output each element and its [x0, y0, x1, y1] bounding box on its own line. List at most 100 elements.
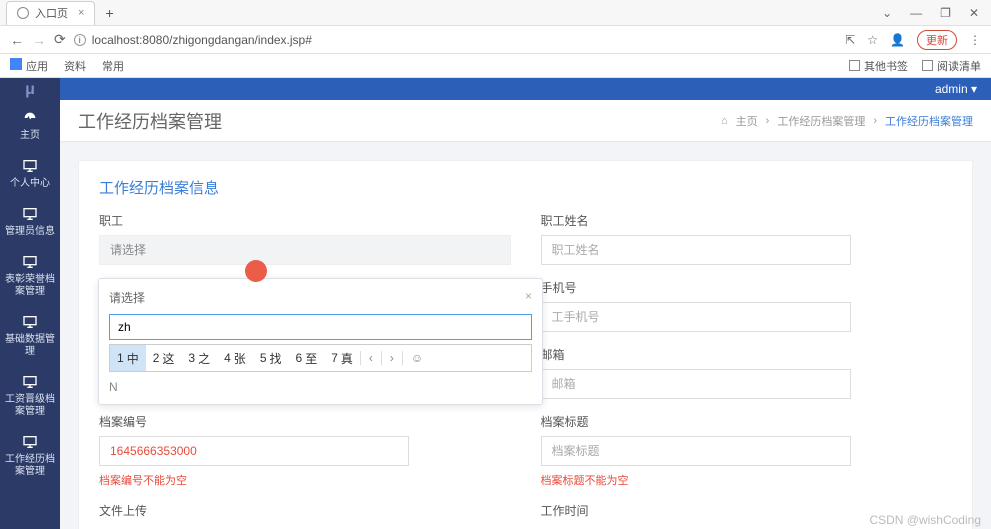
main-area: admin ▾ 工作经历档案管理 ⌂ 主页 › 工作经历档案管理 › 工作经历档… — [60, 78, 991, 529]
monitor-icon — [20, 434, 40, 450]
field-name: 职工姓名 — [541, 212, 953, 265]
field-phone: 手机号 — [541, 279, 953, 332]
page-header: 工作经历档案管理 ⌂ 主页 › 工作经历档案管理 › 工作经历档案管理 — [60, 100, 991, 141]
url-field[interactable]: i localhost:8080/zhigongdangan/index.jsp… — [74, 33, 312, 47]
sidebar-item-salary[interactable]: 工资晋级档案管理 — [0, 366, 60, 426]
ime-candidate-3[interactable]: 3之 — [181, 345, 217, 371]
label-employee: 职工 — [99, 212, 511, 229]
new-tab-button[interactable]: + — [105, 5, 113, 21]
topbar: admin ▾ — [60, 78, 991, 100]
ime-candidate-7[interactable]: 7真 — [324, 345, 360, 371]
ime-emoji-icon[interactable]: ☺ — [402, 351, 431, 365]
nav-reload-icon[interactable]: ⟳ — [54, 31, 66, 48]
panel-title: 工作经历档案信息 — [99, 177, 952, 198]
monitor-icon — [20, 254, 40, 270]
dropdown-title: 请选择 — [109, 289, 145, 306]
label-filetitle: 档案标题 — [541, 413, 953, 430]
bookmark-materials[interactable]: 资料 — [64, 58, 86, 74]
window-restore-icon[interactable]: ❐ — [940, 6, 951, 20]
sidebar-item-basedata[interactable]: 基础数据管理 — [0, 306, 60, 366]
browser-address-bar: ← → ⟳ i localhost:8080/zhigongdangan/ind… — [0, 26, 991, 54]
dropdown-search-input[interactable] — [109, 314, 532, 340]
label-upload: 文件上传 — [99, 502, 511, 519]
error-filetitle: 档案标题不能为空 — [541, 472, 953, 488]
profile-icon[interactable]: 👤 — [890, 33, 905, 47]
tab-close-icon[interactable]: × — [78, 7, 84, 19]
monitor-icon — [20, 158, 40, 174]
label-phone: 手机号 — [541, 279, 953, 296]
watermark: CSDN @wishCoding — [869, 513, 981, 527]
user-menu[interactable]: admin ▾ — [935, 82, 977, 96]
monitor-icon — [20, 314, 40, 330]
tab-favicon — [17, 7, 29, 19]
field-fileno: 档案编号 档案编号不能为空 — [99, 413, 511, 488]
apps-icon — [10, 58, 22, 70]
window-minimize-icon[interactable]: — — [910, 6, 922, 20]
ime-candidate-1[interactable]: 1中 — [110, 345, 146, 371]
site-info-icon[interactable]: i — [74, 34, 86, 46]
label-fileno: 档案编号 — [99, 413, 511, 430]
reading-list[interactable]: 阅读清单 — [922, 58, 981, 74]
share-icon[interactable]: ⇱ — [845, 33, 855, 47]
click-indicator — [245, 260, 267, 282]
sidebar-item-workexp[interactable]: 工作经历档案管理 — [0, 426, 60, 486]
logo: μ — [0, 78, 60, 102]
ime-candidate-4[interactable]: 4张 — [217, 345, 253, 371]
bookmarks-bar: 应用 资料 常用 其他书签 阅读清单 — [0, 54, 991, 78]
star-icon[interactable]: ☆ — [867, 33, 878, 47]
ime-candidate-6[interactable]: 6至 — [289, 345, 325, 371]
input-email[interactable] — [541, 369, 851, 399]
folder-icon — [849, 60, 860, 71]
select-employee[interactable]: 请选择 — [99, 235, 511, 265]
monitor-icon — [20, 374, 40, 390]
field-filetitle: 档案标题 档案标题不能为空 — [541, 413, 953, 488]
monitor-icon — [20, 206, 40, 222]
nav-back-icon[interactable]: ← — [10, 32, 24, 48]
sidebar: μ 主页 个人中心 管理员信息 表彰荣誉档案管理 基础数据管理 工资晋级档案管理… — [0, 78, 60, 529]
bookmark-common[interactable]: 常用 — [102, 58, 124, 74]
field-employee: 职工 请选择 — [99, 212, 511, 265]
input-name[interactable] — [541, 235, 851, 265]
dropdown-close-icon[interactable]: × — [525, 289, 532, 306]
browser-tab-bar: 入口页 × + ⌄ — ❐ ✕ — [0, 0, 991, 26]
input-fileno[interactable] — [99, 436, 409, 466]
field-upload: 文件上传 — [99, 502, 511, 519]
other-bookmarks[interactable]: 其他书签 — [849, 58, 908, 74]
sidebar-item-honor[interactable]: 表彰荣誉档案管理 — [0, 246, 60, 306]
browser-tab[interactable]: 入口页 × — [6, 1, 95, 25]
ime-candidate-bar: 1中 2这 3之 4张 5找 6至 7真 ‹ › ☺ — [109, 344, 532, 372]
crumb-sep: › — [766, 115, 770, 127]
window-controls: ⌄ — ❐ ✕ — [882, 6, 991, 20]
update-button[interactable]: 更新 — [917, 30, 957, 50]
app-root: μ 主页 个人中心 管理员信息 表彰荣誉档案管理 基础数据管理 工资晋级档案管理… — [0, 78, 991, 529]
ime-prev-icon[interactable]: ‹ — [360, 351, 381, 365]
nav-forward-icon: → — [32, 32, 46, 48]
input-filetitle[interactable] — [541, 436, 851, 466]
ime-candidate-5[interactable]: 5找 — [253, 345, 289, 371]
crumb-home[interactable]: 主页 — [736, 113, 758, 129]
window-down-icon[interactable]: ⌄ — [882, 6, 892, 20]
page-title: 工作经历档案管理 — [78, 108, 222, 134]
list-icon — [922, 60, 933, 71]
menu-icon[interactable]: ⋮ — [969, 33, 981, 47]
crumb-sep: › — [873, 115, 877, 127]
sidebar-item-home[interactable]: 主页 — [0, 102, 60, 150]
ime-candidate-2[interactable]: 2这 — [146, 345, 182, 371]
input-phone[interactable] — [541, 302, 851, 332]
home-icon: ⌂ — [721, 115, 728, 127]
label-name: 职工姓名 — [541, 212, 953, 229]
sidebar-item-admin[interactable]: 管理员信息 — [0, 198, 60, 246]
tab-title: 入口页 — [35, 5, 68, 21]
crumb-2: 工作经历档案管理 — [885, 113, 973, 129]
dropdown-nodata: N — [109, 380, 532, 394]
url-text: localhost:8080/zhigongdangan/index.jsp# — [92, 33, 312, 47]
error-fileno: 档案编号不能为空 — [99, 472, 511, 488]
breadcrumb: ⌂ 主页 › 工作经历档案管理 › 工作经历档案管理 — [721, 113, 973, 129]
ime-next-icon[interactable]: › — [381, 351, 402, 365]
dashboard-icon — [20, 110, 40, 126]
label-email: 邮箱 — [541, 346, 953, 363]
crumb-1[interactable]: 工作经历档案管理 — [777, 113, 865, 129]
apps-bookmark[interactable]: 应用 — [10, 58, 48, 74]
sidebar-item-personal[interactable]: 个人中心 — [0, 150, 60, 198]
window-close-icon[interactable]: ✕ — [969, 6, 979, 20]
